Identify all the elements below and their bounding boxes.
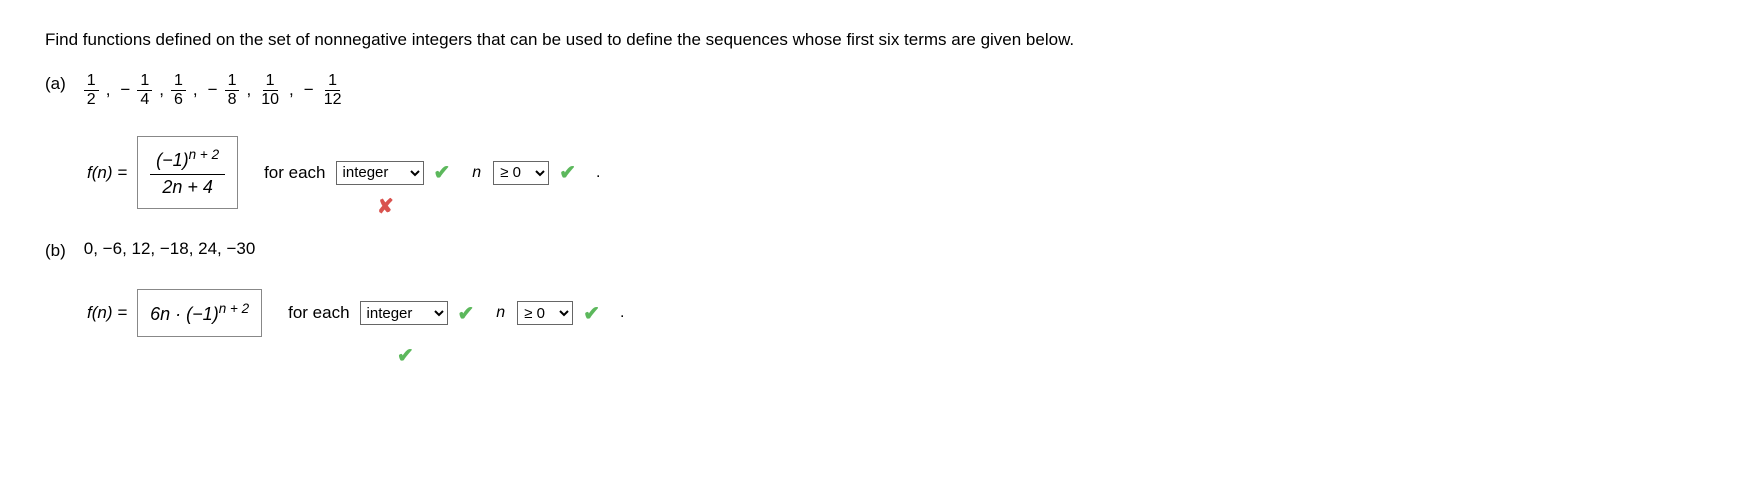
minus: − <box>301 80 317 100</box>
incorrect-icon: ✘ <box>377 194 394 219</box>
correct-icon: ✔ <box>458 301 475 326</box>
frac-num: 1 <box>325 72 340 91</box>
part-a-label: (a) <box>45 72 66 94</box>
frac-den: 4 <box>137 91 152 109</box>
n-variable: n <box>496 304 505 322</box>
part-a-answer-input[interactable]: (−1)n + 2 2n + 4 <box>137 136 238 209</box>
part-a-type-dropdown[interactable]: integer <box>336 161 424 185</box>
part-b-sequence: 0, −6, 12, −18, 24, −30 <box>84 239 256 259</box>
part-b: (b) 0, −6, 12, −18, 24, −30 f(n) = 6n · … <box>45 239 1735 337</box>
frac-den: 12 <box>321 91 345 109</box>
frac-num: 1 <box>84 72 99 91</box>
answer-numer-exp: n + 2 <box>189 147 219 162</box>
answer-part1: 6n · (−1) <box>150 304 219 324</box>
part-b-answer-row: f(n) = 6n · (−1)n + 2 ✔ for each integer… <box>87 289 1735 337</box>
question-text: Find functions defined on the set of non… <box>45 30 1735 50</box>
frac-num: 1 <box>263 72 278 91</box>
correct-icon: ✔ <box>583 301 600 326</box>
comma: , <box>243 80 254 100</box>
part-b-range-dropdown[interactable]: ≥ 0 <box>517 301 573 325</box>
answer-exp: n + 2 <box>219 301 249 316</box>
period: . <box>620 304 624 322</box>
part-a-answer-row: f(n) = (−1)n + 2 2n + 4 ✘ for each integ… <box>87 136 1735 209</box>
frac-num: 1 <box>225 72 240 91</box>
comma: , <box>156 80 167 100</box>
part-b-answer-input[interactable]: 6n · (−1)n + 2 <box>137 289 262 337</box>
comma: , <box>286 80 297 100</box>
part-a: (a) 12, − 14, 16, − 18, 110, − 112 f(n) … <box>45 72 1735 209</box>
comma: , <box>190 80 201 100</box>
correct-icon: ✔ <box>434 160 451 185</box>
answer-denom: 2n + 4 <box>156 175 219 201</box>
frac-den: 10 <box>258 91 282 109</box>
part-a-range-dropdown[interactable]: ≥ 0 <box>493 161 549 185</box>
correct-icon: ✔ <box>397 343 414 368</box>
part-a-sequence: 12, − 14, 16, − 18, 110, − 112 <box>84 72 345 108</box>
frac-den: 6 <box>171 91 186 109</box>
frac-den: 2 <box>84 91 99 109</box>
fn-label: f(n) = <box>87 303 127 323</box>
part-b-type-dropdown[interactable]: integer <box>360 301 448 325</box>
fn-label: f(n) = <box>87 163 127 183</box>
n-variable: n <box>472 164 481 182</box>
minus: − <box>117 80 133 100</box>
frac-den: 8 <box>225 91 240 109</box>
for-each-label: for each <box>288 303 349 323</box>
for-each-label: for each <box>264 163 325 183</box>
part-b-label: (b) <box>45 239 66 261</box>
minus: − <box>205 80 221 100</box>
frac-num: 1 <box>171 72 186 91</box>
correct-icon: ✔ <box>559 160 576 185</box>
frac-num: 1 <box>137 72 152 91</box>
period: . <box>596 164 600 182</box>
answer-numer-base: (−1) <box>156 150 189 170</box>
comma: , <box>103 80 114 100</box>
